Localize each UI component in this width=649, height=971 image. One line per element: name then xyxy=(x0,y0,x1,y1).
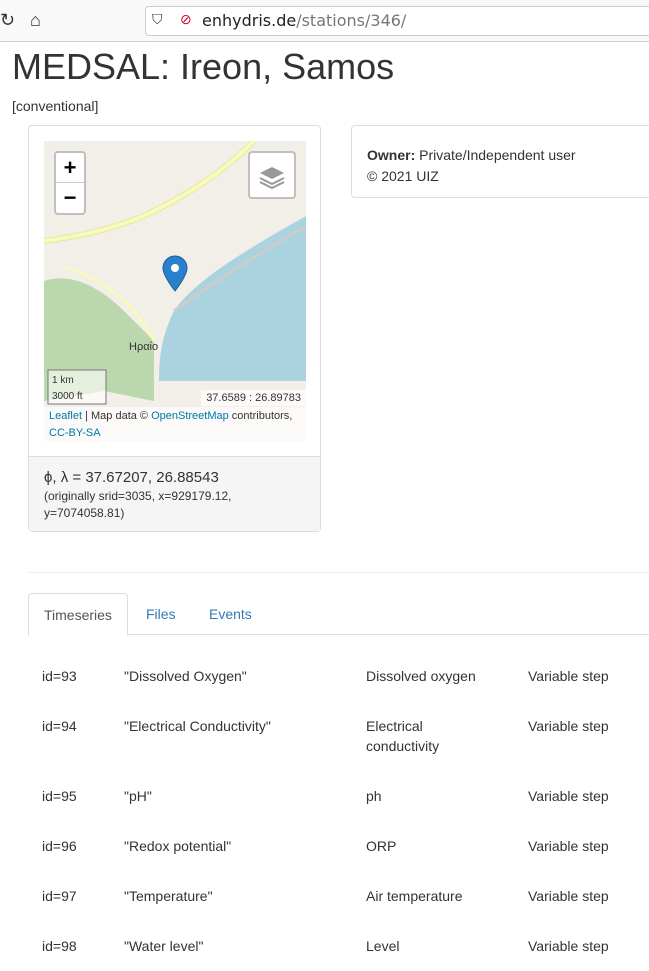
timeseries-step: Variable step xyxy=(528,718,609,734)
scale-km: 1 km xyxy=(52,375,74,386)
timeseries-step: Variable step xyxy=(528,938,609,954)
attribution-contrib: contributors, xyxy=(228,410,293,422)
timeseries-variable: ORP xyxy=(366,838,397,854)
browser-toolbar: ↻ ⌂ ⛉ ⊘ enhydris.de/stations/346/ xyxy=(0,0,649,42)
timeseries-id: id=97 xyxy=(42,888,77,904)
divider xyxy=(28,572,649,573)
timeseries-name: "Redox potential" xyxy=(124,838,232,854)
timeseries-step: Variable step xyxy=(528,838,609,854)
zoom-control: + − xyxy=(54,151,86,215)
timeseries-id: id=94 xyxy=(42,718,77,734)
owner-value: Private/Independent user xyxy=(419,147,576,163)
layers-icon xyxy=(259,167,285,190)
timeseries-variable: Dissolved oxygen xyxy=(366,668,476,684)
osm-link[interactable]: OpenStreetMap xyxy=(151,410,229,422)
timeseries-name: "Dissolved Oxygen" xyxy=(124,668,247,684)
map-card: Ηραίο 1 km 3000 ft + − 37.6589 : 26.8978… xyxy=(28,125,321,532)
timeseries-id: id=96 xyxy=(42,838,77,854)
timeseries-name: "Water level" xyxy=(124,938,204,954)
timeseries-id: id=95 xyxy=(42,788,77,804)
timeseries-name: "Temperature" xyxy=(124,888,213,904)
map-attribution: Leaflet | Map data © OpenStreetMap contr… xyxy=(44,407,306,441)
attribution-text: | Map data © xyxy=(82,410,152,422)
map-place-label: Ηραίο xyxy=(129,341,158,353)
station-type: [conventional] xyxy=(12,98,99,114)
map[interactable]: Ηραίο 1 km 3000 ft + − 37.6589 : 26.8978… xyxy=(44,141,306,441)
timeseries-id: id=93 xyxy=(42,668,77,684)
timeseries-variable: Electrical conductivity xyxy=(366,718,440,754)
reload-icon[interactable]: ↻ xyxy=(0,10,15,31)
tab-timeseries[interactable]: Timeseries xyxy=(28,593,128,636)
coordinates: ϕ, λ = 37.67207, 26.88543 xyxy=(44,469,219,486)
owner-label: Owner: xyxy=(367,147,416,163)
tab-files[interactable]: Files xyxy=(131,593,191,635)
zoom-in-button[interactable]: + xyxy=(56,153,84,183)
map-scale: 1 km 3000 ft xyxy=(47,369,107,405)
timeseries-step: Variable step xyxy=(528,888,609,904)
timeseries-step: Variable step xyxy=(528,788,609,804)
timeseries-variable: Level xyxy=(366,938,400,954)
license-link[interactable]: CC-BY-SA xyxy=(49,427,101,439)
leaflet-link[interactable]: Leaflet xyxy=(49,410,82,422)
shield-icon[interactable]: ⛉ xyxy=(152,11,163,28)
owner-card: Owner: Private/Independent user © 2021 U… xyxy=(351,125,649,198)
copyright: © 2021 UIZ xyxy=(367,168,439,184)
layers-button[interactable] xyxy=(248,151,296,199)
tab-events[interactable]: Events xyxy=(194,593,267,635)
timeseries-variable: ph xyxy=(366,788,382,804)
scale-ft: 3000 ft xyxy=(52,391,83,402)
url-text[interactable]: enhydris.de/stations/346/ xyxy=(202,11,406,30)
mouse-position: 37.6589 : 26.89783 xyxy=(201,390,306,406)
location-footer: ϕ, λ = 37.67207, 26.88543 (originally sr… xyxy=(29,456,320,531)
timeseries-id: id=98 xyxy=(42,938,77,954)
timeseries-variable: Air temperature xyxy=(366,888,463,904)
url-path: /stations/346/ xyxy=(296,11,407,30)
timeseries-name: "Electrical Conductivity" xyxy=(124,718,271,734)
timeseries-step: Variable step xyxy=(528,668,609,684)
tab-bar: Timeseries Files Events xyxy=(28,593,649,636)
zoom-out-button[interactable]: − xyxy=(56,183,84,213)
page-title: MEDSAL: Ireon, Samos xyxy=(12,46,395,87)
url-domain: enhydris.de xyxy=(202,11,297,30)
insecure-lock-icon[interactable]: ⊘ xyxy=(180,11,192,28)
original-coordinates: (originally srid=3035, x=929179.12, y=70… xyxy=(44,489,232,520)
timeseries-name: "pH" xyxy=(124,788,152,804)
home-icon[interactable]: ⌂ xyxy=(30,10,41,31)
